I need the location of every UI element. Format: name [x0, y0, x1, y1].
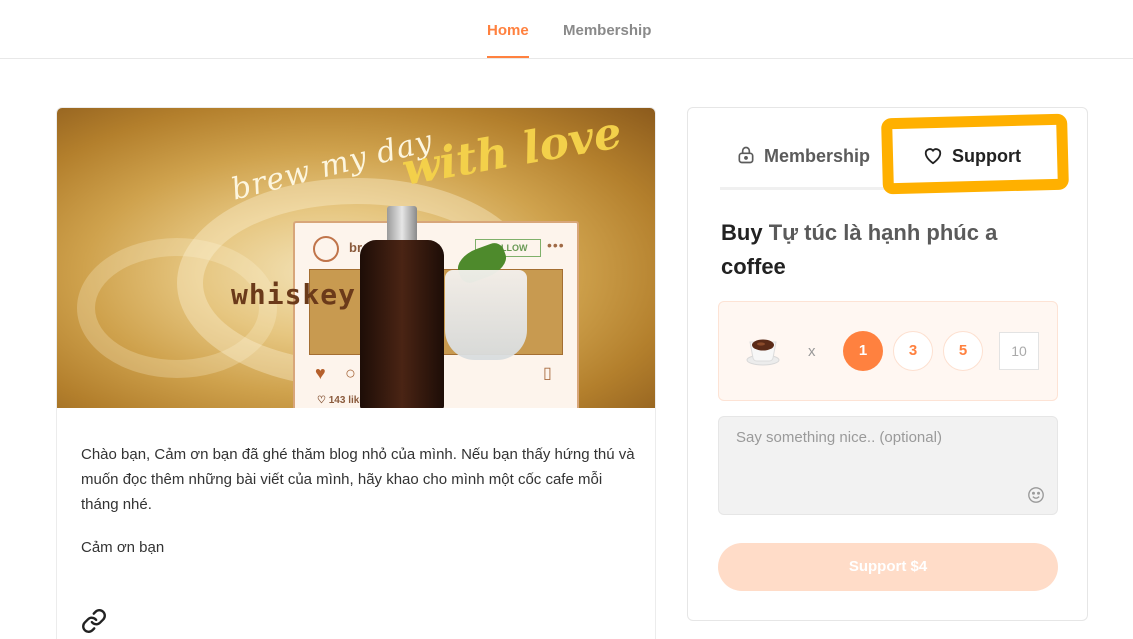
support-panel: Membership Support Buy Tự túc là hạnh ph… [687, 107, 1088, 621]
tab-support-label: Support [952, 146, 1021, 166]
lock-icon [736, 145, 756, 170]
link-icon[interactable] [81, 608, 111, 638]
message-placeholder: Say something nice.. (optional) [736, 429, 942, 446]
tab-membership-label: Membership [764, 146, 871, 166]
quantity-option-1[interactable]: 1 [843, 331, 883, 371]
nav-tab-membership[interactable]: Membership [563, 22, 651, 58]
custom-quantity-input[interactable]: 10 [999, 332, 1039, 370]
coffee-cup-icon [745, 332, 781, 368]
buy-heading: Buy Tự túc là hạnh phúc a coffee [721, 216, 1061, 284]
tab-membership[interactable]: Membership [736, 145, 870, 170]
comment-icon: ○ [345, 363, 356, 383]
heart-icon [922, 145, 944, 170]
post-body: Chào bạn, Cảm ơn bạn đã ghé thăm blog nh… [81, 446, 635, 513]
bookmark-icon: ▯ [543, 365, 552, 382]
bottle-image [360, 240, 444, 408]
hero-script-text-large: with love [398, 108, 626, 196]
hero-overlay-word: whiskey [231, 278, 357, 311]
panel-tabs: Membership Support [720, 136, 1055, 190]
quantity-selector: x 1 3 5 10 [718, 301, 1058, 401]
buy-item: coffee [721, 254, 786, 279]
quantity-option-5[interactable]: 5 [943, 331, 983, 371]
heart-icon: ♥ [315, 363, 326, 383]
creator-name: Tự túc là hạnh phúc a [768, 220, 998, 245]
buy-prefix: Buy [721, 220, 763, 245]
post-thanks: Cảm ơn bạn [81, 539, 165, 556]
avatar-icon [313, 236, 339, 262]
tab-support[interactable]: Support [922, 145, 1021, 170]
top-navigation: Home Membership [0, 0, 1133, 59]
message-textarea[interactable]: Say something nice.. (optional) [718, 416, 1058, 515]
quantity-option-3[interactable]: 3 [893, 331, 933, 371]
more-icon: ••• [547, 237, 565, 253]
support-submit-button[interactable]: Support $4 [718, 543, 1058, 591]
smiley-icon[interactable] [1027, 486, 1045, 504]
multiply-sign: x [808, 343, 816, 360]
post-card: brew my day with love br FOLLOW ••• ♥ ○ … [56, 107, 656, 639]
glass-image [445, 270, 527, 360]
hero-image: brew my day with love br FOLLOW ••• ♥ ○ … [57, 108, 655, 408]
nav-tab-home[interactable]: Home [487, 22, 529, 58]
